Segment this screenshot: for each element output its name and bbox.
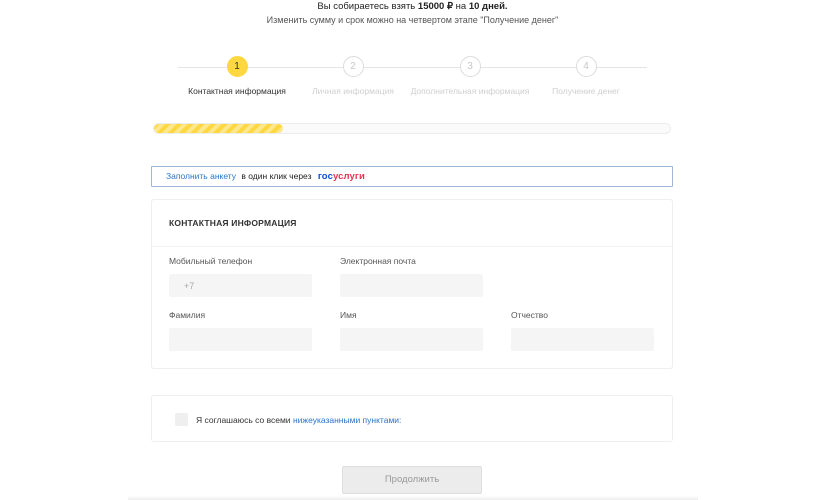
stepper: 1 Контактная информация 2 Личная информа… xyxy=(178,56,647,101)
step-label: Получение денег xyxy=(552,86,620,96)
step-personal-info: 2 Личная информация xyxy=(288,56,418,96)
agreement-checkbox[interactable] xyxy=(175,413,188,426)
email-label: Электронная почта xyxy=(340,256,416,266)
lastname-input[interactable] xyxy=(169,328,312,351)
page-heading: Вы собираетесь взять 15000 ₽ на 10 дней. xyxy=(0,1,825,12)
agreement-text: Я соглашаюсь со всеми нижеуказанными пун… xyxy=(196,415,401,425)
progress-bar xyxy=(153,123,671,134)
loan-amount: 15000 ₽ xyxy=(417,1,454,12)
middlename-label: Отчество xyxy=(511,310,548,320)
loan-term: 10 дней. xyxy=(468,1,508,12)
agreement-label: Я соглашаюсь со всеми xyxy=(196,415,291,425)
step-contact-info: 1 Контактная информация xyxy=(172,56,302,96)
gosuslugi-banner: Заполнить анкету в один клик через госус… xyxy=(151,166,673,187)
divider xyxy=(152,246,672,247)
step-number-badge: 1 xyxy=(226,56,248,77)
step-label: Дополнительная информация xyxy=(410,86,530,96)
page-subtitle: Изменить сумму и срок можно на четвертом… xyxy=(266,15,559,25)
phone-label: Мобильный телефон xyxy=(169,256,253,266)
section-title: КОНТАКТНАЯ ИНФОРМАЦИЯ xyxy=(169,218,297,228)
step-number-badge: 3 xyxy=(459,56,481,77)
firstname-label: Имя xyxy=(340,310,357,320)
continue-button[interactable]: Продолжить xyxy=(342,466,482,494)
lastname-label: Фамилия xyxy=(169,310,206,320)
step-label: Личная информация xyxy=(312,86,394,96)
email-input[interactable] xyxy=(340,274,483,297)
progress-fill xyxy=(154,124,283,133)
agreement-card: Я соглашаюсь со всеми нижеуказанными пун… xyxy=(151,395,673,442)
firstname-input[interactable] xyxy=(340,328,483,351)
step-additional-info: 3 Дополнительная информация xyxy=(405,56,535,96)
agreement-terms-link[interactable]: нижеуказанными пунктами: xyxy=(293,415,401,425)
heading-prefix: Вы собираетесь взять xyxy=(317,1,416,12)
step-number-badge: 2 xyxy=(342,56,364,77)
phone-input[interactable] xyxy=(169,274,312,297)
heading-on: на xyxy=(455,1,467,12)
gosuslugi-logo[interactable]: госуслуги xyxy=(318,171,365,182)
step-get-money: 4 Получение денег xyxy=(521,56,651,96)
step-number-badge: 4 xyxy=(575,56,597,77)
bottom-shadow xyxy=(128,496,698,500)
contact-info-card: КОНТАКТНАЯ ИНФОРМАЦИЯ Мобильный телефон … xyxy=(151,199,673,369)
gosuslugi-text: в один клик через xyxy=(241,171,312,181)
fill-form-link[interactable]: Заполнить анкету xyxy=(166,171,236,181)
step-label: Контактная информация xyxy=(188,86,286,96)
middlename-input[interactable] xyxy=(511,328,654,351)
